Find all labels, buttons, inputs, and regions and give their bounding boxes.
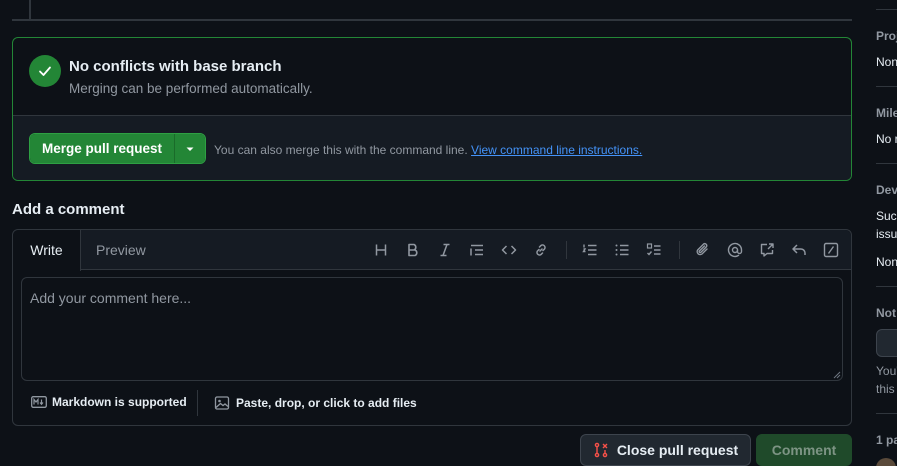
- slash-command-icon[interactable]: [821, 240, 841, 260]
- add-comment-heading: Add a comment: [12, 201, 125, 218]
- reply-icon[interactable]: [789, 240, 809, 260]
- toolbar-separator: [679, 241, 680, 259]
- unordered-list-icon[interactable]: [612, 240, 632, 260]
- attach-files-button[interactable]: Paste, drop, or click to add files: [214, 395, 417, 411]
- toolbar-separator: [566, 241, 567, 259]
- comment-box: Write Preview Add your comment here... M…: [12, 229, 852, 426]
- merge-actions: Merge pull request You can also merge th…: [13, 115, 851, 180]
- footer-separator: [197, 390, 198, 416]
- sidebar-development-value: Non: [876, 255, 897, 269]
- git-pull-request-closed-icon: [594, 442, 608, 458]
- merge-box: No conflicts with base branch Merging ca…: [12, 37, 852, 181]
- sidebar-projects-label[interactable]: Proj: [876, 29, 897, 43]
- sidebar-projects-value: Non: [876, 55, 897, 69]
- sidebar-divider: [876, 163, 897, 164]
- sidebar-development-text-1: Succ: [876, 209, 897, 223]
- resize-grip-icon[interactable]: [833, 371, 841, 379]
- close-pull-request-button[interactable]: Close pull request: [580, 434, 751, 466]
- markdown-supported-label: Markdown is supported: [52, 395, 187, 409]
- pull-request-page: No conflicts with base branch Merging ca…: [0, 0, 897, 466]
- merge-hint-text: You can also merge this with the command…: [214, 143, 468, 157]
- sidebar-milestone-value: No r: [876, 132, 897, 146]
- merge-status: No conflicts with base branch Merging ca…: [13, 38, 851, 115]
- sidebar-notifications-text-1: You': [876, 364, 897, 378]
- sidebar-development-label[interactable]: Dev: [876, 183, 897, 197]
- tab-preview[interactable]: Preview: [96, 230, 146, 270]
- mention-icon[interactable]: [725, 240, 745, 260]
- numbered-list-icon[interactable]: [580, 240, 600, 260]
- timeline-divider: [12, 19, 852, 21]
- bold-icon[interactable]: [403, 240, 423, 260]
- sidebar: Proj Non Mile No r Dev Succ issu Non Not…: [876, 0, 897, 466]
- heading-icon[interactable]: [371, 240, 391, 260]
- link-icon[interactable]: [531, 240, 551, 260]
- comment-submit-button[interactable]: Comment: [756, 434, 852, 466]
- italic-icon[interactable]: [435, 240, 455, 260]
- check-circle-icon: [29, 55, 61, 87]
- quote-icon[interactable]: [467, 240, 487, 260]
- sidebar-development-text-2: issu: [876, 227, 897, 241]
- comment-footer: Markdown is supported Paste, drop, or cl…: [13, 387, 851, 425]
- attach-files-label: Paste, drop, or click to add files: [236, 396, 417, 410]
- markdown-supported-link[interactable]: Markdown is supported: [31, 395, 187, 409]
- sidebar-participants-label: 1 pa: [876, 433, 897, 447]
- tab-write[interactable]: Write: [13, 230, 81, 271]
- merge-status-title: No conflicts with base branch: [69, 58, 282, 75]
- task-list-icon[interactable]: [644, 240, 664, 260]
- merge-status-subtitle: Merging can be performed automatically.: [69, 81, 313, 96]
- triangle-down-icon: [186, 147, 194, 151]
- command-line-instructions-link[interactable]: View command line instructions.: [471, 143, 642, 157]
- attach-icon[interactable]: [693, 240, 713, 260]
- image-icon: [214, 396, 230, 410]
- sidebar-divider: [876, 413, 897, 414]
- merge-hint: You can also merge this with the command…: [214, 143, 642, 157]
- sidebar-divider: [876, 286, 897, 287]
- comment-textarea[interactable]: [21, 277, 843, 381]
- sidebar-divider: [876, 9, 897, 10]
- sidebar-milestone-label[interactable]: Mile: [876, 106, 897, 120]
- markdown-icon: [31, 396, 47, 408]
- sidebar-notifications-label: Not: [876, 306, 896, 320]
- sidebar-subscribe-button[interactable]: [876, 329, 897, 357]
- comment-header: Write Preview: [13, 230, 851, 271]
- merge-pull-request-button[interactable]: Merge pull request: [30, 134, 175, 163]
- avatar[interactable]: [876, 458, 896, 466]
- sidebar-notifications-text-2: this: [876, 382, 895, 396]
- sidebar-divider: [876, 86, 897, 87]
- cross-reference-icon[interactable]: [757, 240, 777, 260]
- merge-method-dropdown[interactable]: [174, 134, 206, 163]
- code-icon[interactable]: [499, 240, 519, 260]
- merge-button-group: Merge pull request: [29, 133, 207, 164]
- timeline-line: [29, 0, 31, 19]
- close-pull-request-label: Close pull request: [616, 442, 739, 458]
